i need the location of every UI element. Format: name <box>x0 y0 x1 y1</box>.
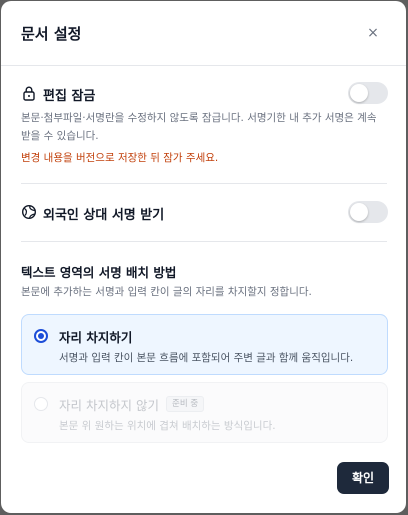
edit-lock-desc-line2: 받을 수 있습니다. <box>21 130 99 142</box>
toggle-knob <box>350 203 368 221</box>
document-settings-dialog: 문서 설정 × 편집 잠금 본문·첨부파일·서명란을 수정하지 않도록 잠급니다… <box>1 1 406 513</box>
option-take-space-label: 자리 차지하기 <box>59 330 133 345</box>
option-take-space-desc: 서명과 입력 칸이 본문 흐름에 포함되어 주변 글과 함께 움직입니다. <box>59 352 354 364</box>
edit-lock-description: 본문·첨부파일·서명란을 수정하지 않도록 잠급니다. 서명기한 내 추가 서명… <box>21 109 387 145</box>
coming-soon-badge: 준비 중 <box>166 396 205 412</box>
placement-section-desc: 본문에 추가하는 서명과 입력 칸이 글의 자리를 차지할지 정합니다. <box>21 286 312 298</box>
dialog-header: 문서 설정 × <box>1 1 406 65</box>
option-no-space: 자리 차지하지 않기 준비 중 본문 위 원하는 위치에 겹쳐 배치하는 방식입… <box>21 382 388 443</box>
lock-icon <box>23 86 35 101</box>
edit-lock-desc-line1: 본문·첨부파일·서명란을 수정하지 않도록 잠급니다. 서명기한 내 추가 서명… <box>21 112 377 124</box>
section-divider <box>21 241 387 242</box>
radio-take-space[interactable] <box>34 329 48 343</box>
globe-icon <box>21 204 37 220</box>
section-divider <box>21 183 387 184</box>
edit-lock-warning: 변경 내용을 버전으로 저장한 뒤 잠가 주세요. <box>21 152 219 164</box>
foreign-signer-label: 외국인 상대 서명 받기 <box>43 208 165 223</box>
dialog-title: 문서 설정 <box>21 25 82 43</box>
confirm-button[interactable]: 확인 <box>337 462 389 494</box>
option-take-space[interactable]: 자리 차지하기 서명과 입력 칸이 본문 흐름에 포함되어 주변 글과 함께 움… <box>21 314 388 375</box>
toggle-knob <box>350 84 368 102</box>
edit-lock-label: 편집 잠금 <box>43 89 96 104</box>
header-divider <box>1 65 406 66</box>
radio-no-space <box>34 397 48 411</box>
edit-lock-toggle[interactable] <box>348 82 388 104</box>
option-no-space-label: 자리 차지하지 않기 <box>59 398 159 413</box>
option-no-space-desc: 본문 위 원하는 위치에 겹쳐 배치하는 방식입니다. <box>59 420 276 432</box>
foreign-signer-toggle[interactable] <box>348 201 388 223</box>
close-icon[interactable]: × <box>363 23 383 43</box>
placement-section-title: 텍스트 영역의 서명 배치 방법 <box>21 265 177 280</box>
